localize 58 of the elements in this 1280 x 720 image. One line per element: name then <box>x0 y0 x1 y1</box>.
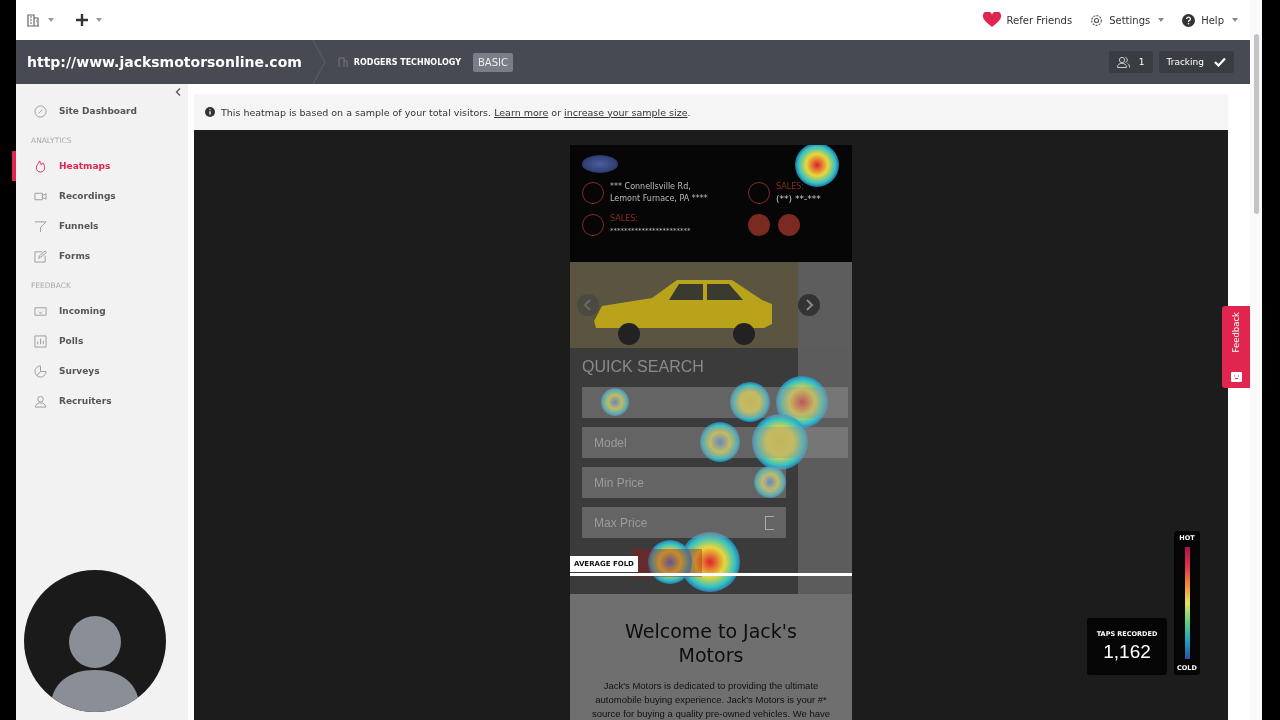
form-icon <box>34 249 47 263</box>
users-icon <box>1116 56 1130 68</box>
collapse-icon[interactable] <box>175 88 181 96</box>
search-field[interactable] <box>582 387 848 418</box>
plan-badge: BASIC <box>472 52 513 72</box>
learn-more-link[interactable]: Learn more <box>494 106 549 118</box>
sales-label: SALES: <box>776 181 805 193</box>
increase-sample-link[interactable]: increase your sample size <box>564 106 688 118</box>
info-icon <box>205 107 215 117</box>
site-url: http://www.jacksmotorsonline.com <box>27 54 302 70</box>
sidebar-item[interactable]: Polls <box>12 326 188 356</box>
address-text: Lemont Furnace, PA **** <box>610 193 708 205</box>
sidebar-item[interactable]: Funnels <box>12 211 188 241</box>
scrollbar[interactable] <box>1250 0 1262 720</box>
caret-icon[interactable] <box>96 18 102 22</box>
quick-search-title: QUICK SEARCH <box>582 358 705 376</box>
sidebar-item[interactable]: Forms <box>12 241 188 271</box>
welcome-text: Jack's Motors is dedicated to providing the ultimate automobile buying experience. Jack's Motors is your #* source for buying a quality pre-owned vehicles. We have <box>591 679 831 720</box>
settings-icon[interactable] <box>1090 13 1104 27</box>
notice-text: This heatmap is based on a sample of your total visitors. Learn more or increase your sample size. <box>221 106 691 118</box>
sidebar-item[interactable]: Heatmaps <box>12 151 188 181</box>
sidebar-item[interactable]: Surveys <box>12 356 188 386</box>
caret-icon[interactable] <box>1232 18 1238 22</box>
building-icon[interactable] <box>26 13 40 27</box>
check-icon <box>1214 57 1226 67</box>
top-bar-link[interactable]: Help <box>1201 14 1224 26</box>
taps-count: 1,162 <box>1103 641 1151 663</box>
top-bar-link[interactable]: Refer Friends <box>1006 14 1073 26</box>
sidebar-item[interactable]: Recordings <box>12 181 188 211</box>
sidebar-item[interactable]: Recruiters <box>12 386 188 416</box>
person-icon <box>34 394 47 408</box>
flame-icon <box>34 159 47 173</box>
top-bar-link[interactable]: Settings <box>1109 14 1151 26</box>
caret-icon[interactable] <box>1158 18 1165 22</box>
dealer-logo-icon <box>582 155 618 173</box>
building-icon <box>337 57 348 67</box>
sales-label: SALES: <box>610 213 639 225</box>
caret-icon[interactable] <box>48 18 54 22</box>
funnel-icon <box>34 219 47 233</box>
welcome-title: Welcome to Jack's Motors <box>624 619 798 667</box>
compass-icon <box>34 104 47 118</box>
heart-icon[interactable] <box>982 12 1001 28</box>
sales-phone: (**) **-*** <box>776 193 821 205</box>
spinner-icon <box>765 515 774 530</box>
inbox-icon <box>1230 372 1242 382</box>
bar-chart-icon <box>34 334 47 348</box>
users-button[interactable]: 1 <box>1108 51 1153 73</box>
pie-chart-icon <box>34 364 47 378</box>
address-text: *** Connellsville Rd, <box>610 181 692 193</box>
sidebar-item[interactable]: Incoming <box>12 296 188 326</box>
help-icon[interactable] <box>1182 13 1196 27</box>
plus-icon[interactable] <box>76 14 88 26</box>
tracking-button[interactable]: Tracking <box>1158 51 1234 73</box>
inbox-icon <box>34 304 47 318</box>
account-name: RODGERS TECHNOLOGY <box>353 57 461 67</box>
sidebar-item[interactable]: Site Dashboard <box>12 96 188 126</box>
breadcrumb-divider-icon <box>311 40 326 84</box>
feedback-tab[interactable]: Feedback <box>1222 306 1250 388</box>
